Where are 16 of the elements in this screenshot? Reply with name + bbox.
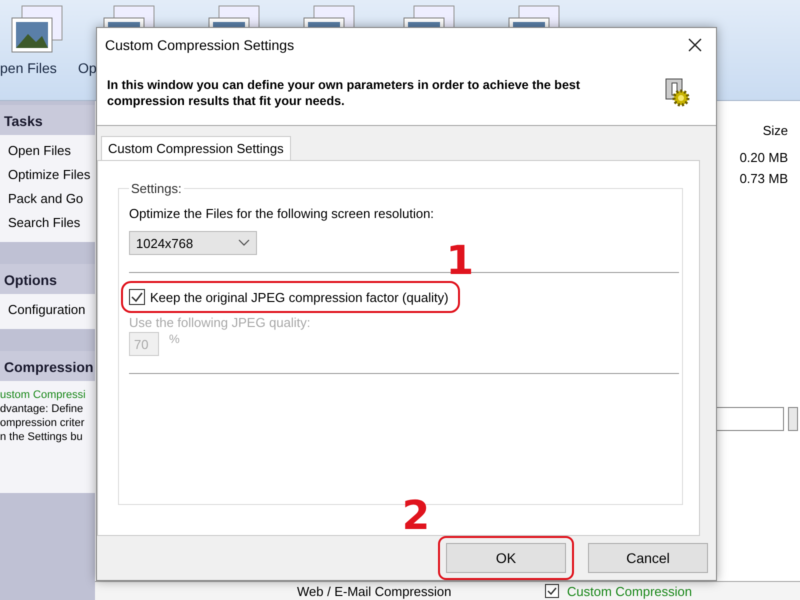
description-text: n the Settings bu: [0, 431, 84, 443]
table-cell: 0.73 MB: [740, 171, 788, 186]
description-text: dvantage: Define: [0, 403, 84, 415]
header-text: In this window you can define your own parameters in order to achieve the best compression results that fit your needs.: [107, 77, 582, 110]
profile-name: ustom Compressi: [0, 389, 87, 401]
table-cell: 0.20 MB: [740, 150, 788, 165]
profile-name: Web / E-Mail Compression: [297, 584, 452, 598]
description-text: ompression criter: [0, 417, 86, 429]
step-number: 2: [402, 496, 430, 536]
checkbox-label: Custom Compression: [567, 584, 692, 598]
window-title: Custom Compression Settings: [105, 36, 294, 53]
unit-label: %: [169, 332, 180, 346]
step-number: 1: [446, 241, 474, 282]
quality-label: Use the following JPEG quality:: [129, 315, 310, 330]
resolution-label: Optimize the Files for the following screen resolution:: [129, 206, 434, 222]
group-title: Settings:: [130, 181, 183, 196]
